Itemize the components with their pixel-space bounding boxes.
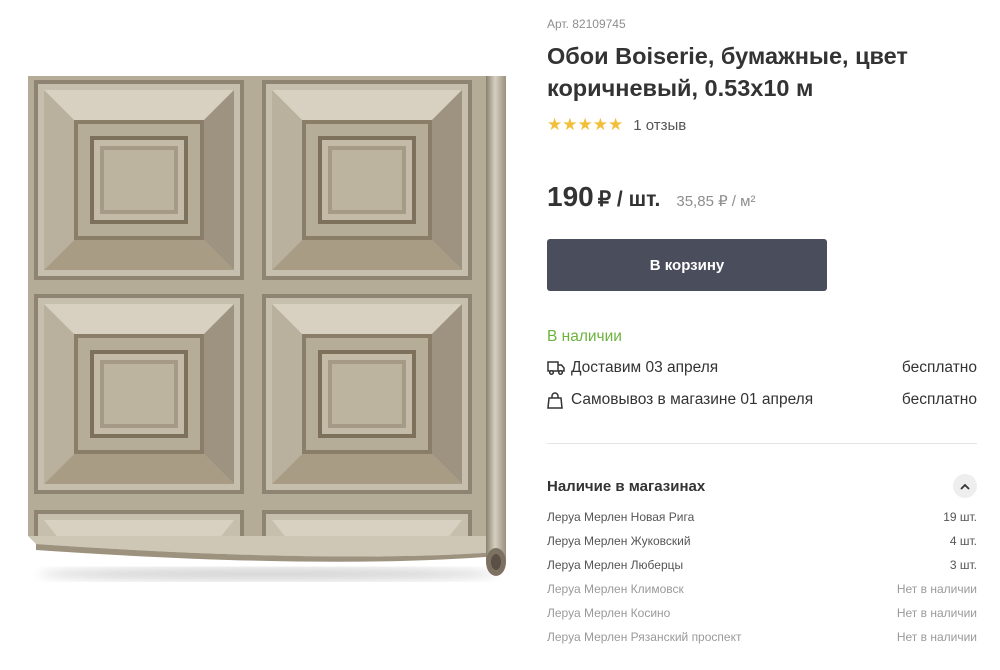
- store-name: Леруа Мерлен Климовск: [547, 582, 684, 596]
- delivery-courier-price: бесплатно: [901, 359, 977, 376]
- article-number: Арт. 82109745: [547, 17, 626, 31]
- chevron-up-icon: [960, 483, 970, 490]
- store-row[interactable]: Леруа Мерлен Косино Нет в наличии: [547, 603, 977, 627]
- rating: ★★★★★ 1 отзыв: [547, 115, 686, 135]
- store-qty: Нет в наличии: [896, 606, 977, 620]
- delivery-courier-text: Доставим 03 апреля: [571, 359, 719, 376]
- store-row[interactable]: Леруа Мерлен Жуковский 4 шт.: [547, 531, 977, 555]
- store-row[interactable]: Леруа Мерлен Новая Рига 19 шт.: [547, 507, 977, 531]
- store-qty: 19 шт.: [943, 510, 977, 524]
- store-row[interactable]: Леруа Мерлен Климовск Нет в наличии: [547, 579, 977, 603]
- store-qty: 3 шт.: [949, 558, 977, 572]
- store-row[interactable]: Леруа Мерлен Рязанский проспект Нет в на…: [547, 627, 977, 651]
- stock-status: В наличии: [547, 328, 622, 345]
- stores-header[interactable]: Наличие в магазинах: [547, 474, 977, 498]
- delivery-pickup-text: Самовывоз в магазине 01 апреля: [571, 391, 814, 408]
- add-to-cart-button[interactable]: В корзину: [547, 239, 827, 291]
- store-qty: 4 шт.: [949, 534, 977, 548]
- stores-title: Наличие в магазинах: [547, 477, 706, 495]
- price-unit: ₽ / шт.: [597, 188, 661, 211]
- collapse-button[interactable]: [953, 474, 977, 498]
- product-image[interactable]: [28, 74, 510, 582]
- delivery-option-pickup: Самовывоз в магазине 01 апреля бесплатно: [547, 391, 977, 409]
- rating-stars-icon: ★★★★★: [547, 115, 624, 134]
- store-name: Леруа Мерлен Жуковский: [547, 534, 691, 548]
- store-name: Леруа Мерлен Новая Рига: [547, 510, 695, 524]
- price-per-m2: 35,85 ₽ / м²: [676, 193, 756, 210]
- product-title: Обои Boiserie, бумажные, цвет коричневый…: [547, 43, 908, 101]
- store-name: Леруа Мерлен Косино: [547, 606, 671, 620]
- store-qty: Нет в наличии: [896, 630, 977, 644]
- store-row[interactable]: Леруа Мерлен Люберцы 3 шт.: [547, 555, 977, 579]
- price-value: 190: [547, 181, 594, 212]
- store-list: Леруа Мерлен Новая Рига 19 шт. Леруа Мер…: [547, 507, 977, 651]
- price-block: 190 ₽ / шт. 35,85 ₽ / м²: [547, 181, 755, 213]
- reviews-link[interactable]: 1 отзыв: [633, 117, 686, 134]
- store-qty: Нет в наличии: [896, 582, 977, 596]
- store-name: Леруа Мерлен Рязанский проспект: [547, 630, 742, 644]
- divider: [547, 443, 977, 444]
- delivery-option-courier: Доставим 03 апреля бесплатно: [547, 359, 977, 377]
- truck-icon: [547, 359, 565, 377]
- store-name: Леруа Мерлен Люберцы: [547, 558, 684, 572]
- bag-icon: [547, 391, 565, 409]
- delivery-pickup-price: бесплатно: [901, 391, 977, 408]
